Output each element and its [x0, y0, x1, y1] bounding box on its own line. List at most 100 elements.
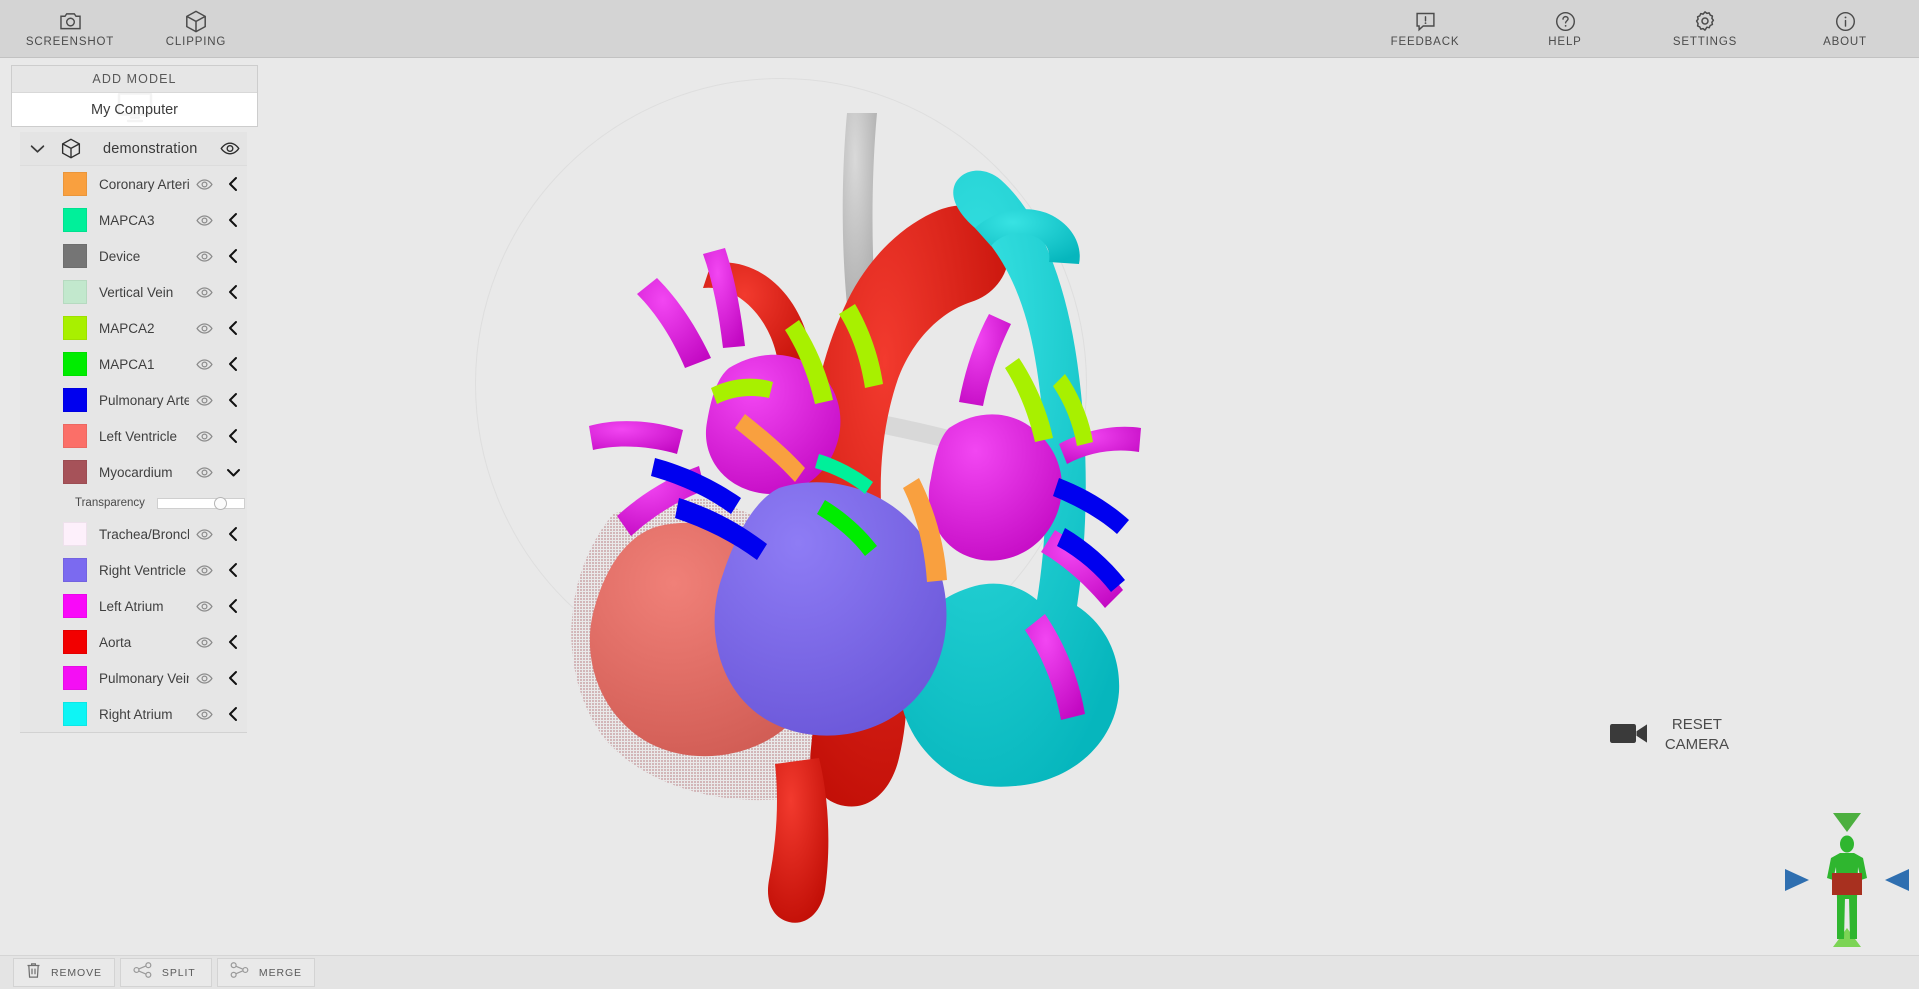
chevron-left-icon[interactable] [219, 356, 247, 372]
layer-row-vertical-vein[interactable]: Vertical Vein [20, 274, 247, 310]
chevron-left-icon[interactable] [219, 670, 247, 686]
merge-button[interactable]: MERGE [216, 958, 315, 987]
layer-name: MAPCA3 [99, 212, 155, 228]
heart-model-render[interactable] [259, 58, 1919, 955]
screenshot-button[interactable]: SCREENSHOT [18, 1, 122, 57]
transparency-label: Transparency [75, 497, 145, 509]
chevron-left-icon[interactable] [219, 248, 247, 264]
chevron-left-icon[interactable] [219, 634, 247, 650]
clipping-button[interactable]: CLIPPING [144, 1, 248, 57]
layer-color-swatch[interactable] [63, 666, 87, 690]
layer-row-left-atrium[interactable]: Left Atrium [20, 588, 247, 624]
layer-color-swatch[interactable] [63, 424, 87, 448]
eye-icon[interactable] [189, 466, 219, 479]
model-viewport[interactable]: RESET CAMERA [259, 58, 1919, 955]
layer-name: Left Atrium [99, 598, 164, 614]
eye-icon[interactable] [189, 178, 219, 191]
layer-row-aorta[interactable]: Aorta [20, 624, 247, 660]
chevron-left-icon[interactable] [219, 562, 247, 578]
chevron-left-icon[interactable] [219, 320, 247, 336]
chevron-left-icon[interactable] [219, 428, 247, 444]
settings-button[interactable]: SETTINGS [1653, 1, 1757, 57]
eye-icon[interactable] [189, 322, 219, 335]
layer-row-right-ventricle[interactable]: Right Ventricle [20, 552, 247, 588]
layer-color-swatch[interactable] [63, 352, 87, 376]
tree-root-demonstration[interactable]: demonstration [20, 132, 247, 166]
model-tree-panel: demonstration Coronary Arteries MAPCA3 Dev… [20, 132, 247, 733]
slider-track[interactable] [156, 497, 245, 509]
layer-color-swatch[interactable] [63, 172, 87, 196]
orientation-widget[interactable] [1783, 809, 1911, 951]
eye-icon[interactable] [189, 394, 219, 407]
layer-row-coronary-arteries[interactable]: Coronary Arteries [20, 166, 247, 202]
eye-icon[interactable] [189, 600, 219, 613]
orientation-arrow-left [1785, 869, 1809, 891]
layer-row-mapca3[interactable]: MAPCA3 [20, 202, 247, 238]
split-button[interactable]: SPLIT [119, 958, 212, 987]
layer-color-swatch[interactable] [63, 316, 87, 340]
layer-row-mapca1[interactable]: MAPCA1 [20, 346, 247, 382]
layer-row-right-atrium[interactable]: Right Atrium [20, 696, 247, 732]
layer-color-swatch[interactable] [63, 388, 87, 412]
about-label: ABOUT [1823, 35, 1867, 48]
layer-list: Coronary Arteries MAPCA3 Device Vertical Ve… [20, 166, 247, 732]
layer-row-myocardium[interactable]: Myocardium [20, 454, 247, 490]
chevron-left-icon[interactable] [219, 284, 247, 300]
toolbar-right-group: FEEDBACK HELP SETTINGS ABOUT [1373, 1, 1897, 57]
layer-row-left-ventricle[interactable]: Left Ventricle [20, 418, 247, 454]
eye-icon[interactable] [189, 286, 219, 299]
layer-color-swatch[interactable] [63, 280, 87, 304]
layer-row-pulmonary-veins[interactable]: Pulmonary Veins [20, 660, 247, 696]
gear-icon [1694, 10, 1716, 33]
chevron-down-icon[interactable] [20, 144, 54, 154]
layer-color-swatch[interactable] [63, 522, 87, 546]
reset-camera-button[interactable]: RESET CAMERA [1609, 715, 1729, 755]
layer-row-trachea-bronchi[interactable]: Trachea/Bronchi [20, 516, 247, 552]
question-circle-icon [1555, 10, 1576, 33]
layer-color-swatch[interactable] [63, 208, 87, 232]
layer-row-mapca2[interactable]: MAPCA2 [20, 310, 247, 346]
feedback-button[interactable]: FEEDBACK [1373, 1, 1477, 57]
top-toolbar: SCREENSHOT CLIPPING FEEDBACK HELP SETTIN… [0, 0, 1919, 58]
layer-color-swatch[interactable] [63, 702, 87, 726]
eye-icon[interactable] [189, 214, 219, 227]
chevron-left-icon[interactable] [219, 212, 247, 228]
split-label: SPLIT [161, 966, 196, 979]
chevron-left-icon[interactable] [219, 706, 247, 722]
layer-color-swatch[interactable] [63, 244, 87, 268]
eye-icon[interactable] [189, 358, 219, 371]
chevron-left-icon[interactable] [219, 176, 247, 192]
layer-color-swatch[interactable] [63, 630, 87, 654]
add-model-my-computer-button[interactable]: My Computer [12, 91, 257, 126]
remove-button[interactable]: REMOVE [13, 958, 115, 987]
eye-icon[interactable] [213, 141, 247, 156]
layer-name: Myocardium [99, 464, 173, 480]
transparency-slider[interactable] [156, 496, 245, 510]
layer-color-swatch[interactable] [63, 594, 87, 618]
layer-color-swatch[interactable] [63, 460, 87, 484]
eye-icon[interactable] [189, 250, 219, 263]
chevron-left-icon[interactable] [219, 392, 247, 408]
eye-icon[interactable] [189, 708, 219, 721]
layer-color-swatch[interactable] [63, 558, 87, 582]
chevron-left-icon[interactable] [219, 526, 247, 542]
chevron-left-icon[interactable] [219, 598, 247, 614]
eye-icon[interactable] [189, 672, 219, 685]
help-label: HELP [1548, 35, 1582, 48]
orientation-arrow-right [1885, 869, 1909, 891]
split-icon [133, 962, 152, 983]
layer-name: Left Ventricle [99, 428, 178, 444]
help-button[interactable]: HELP [1513, 1, 1617, 57]
slider-knob[interactable] [213, 496, 227, 510]
reset-camera-line2: CAMERA [1664, 736, 1729, 753]
eye-icon[interactable] [189, 528, 219, 541]
layer-name: Right Atrium [99, 706, 173, 722]
layer-row-device[interactable]: Device [20, 238, 247, 274]
toolbar-left-group: SCREENSHOT CLIPPING [18, 1, 248, 57]
chevron-down-icon[interactable] [219, 467, 247, 478]
eye-icon[interactable] [189, 564, 219, 577]
eye-icon[interactable] [189, 430, 219, 443]
about-button[interactable]: ABOUT [1793, 1, 1897, 57]
layer-row-pulmonary-arteries[interactable]: Pulmonary Arteries [20, 382, 247, 418]
eye-icon[interactable] [189, 636, 219, 649]
